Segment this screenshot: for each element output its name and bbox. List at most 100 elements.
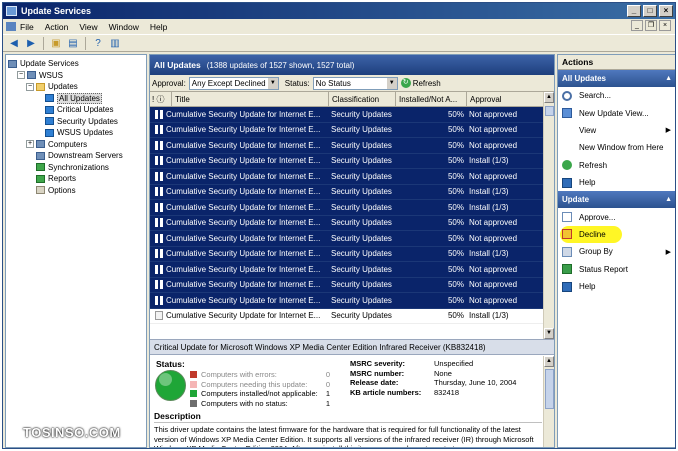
tree-item-all-updates[interactable]: All Updates	[6, 92, 146, 105]
status-label: Status:	[156, 359, 185, 369]
row-approval: Not approved	[469, 233, 518, 243]
close-button[interactable]: ×	[659, 5, 673, 17]
update-properties: MSRC severity: Unspecified MSRC number: Non…	[350, 359, 516, 397]
chevron-up-icon[interactable]: ▲	[665, 196, 672, 203]
action-search[interactable]: Search...	[558, 87, 675, 104]
new-view-icon	[562, 108, 572, 119]
action-help[interactable]: Help	[558, 174, 675, 191]
table-row[interactable]: Cumulative Security Update for Internet …	[150, 277, 544, 293]
row-classification: Security Updates	[331, 280, 392, 290]
menu-item-action[interactable]: Action	[45, 22, 69, 32]
child-close-button[interactable]: ×	[659, 20, 671, 31]
table-row[interactable]: Cumulative Security Update for Internet …	[150, 215, 544, 231]
column-header-installed[interactable]: Installed/Not A...	[396, 92, 467, 107]
menu-item-help[interactable]: Help	[150, 22, 167, 32]
pie-highlight	[159, 373, 172, 386]
table-row[interactable]: Cumulative Security Update for Internet …	[150, 122, 544, 138]
tree-item-update-services[interactable]: Update Services	[6, 58, 146, 70]
toolbar-separator	[43, 36, 44, 50]
action-group-update[interactable]: Update ▲	[558, 191, 675, 209]
tree-item-critical-updates[interactable]: Critical Updates	[6, 104, 146, 116]
table-row[interactable]: Cumulative Security Update for Internet …	[150, 138, 544, 154]
description-text: This driver update contains the latest f…	[154, 425, 534, 447]
table-row[interactable]: Cumulative Security Update for Internet …	[150, 262, 544, 278]
grid-scrollbar[interactable]: ▲ ▼	[543, 92, 554, 339]
status-value: No Status	[315, 78, 351, 88]
table-row[interactable]: Cumulative Security Update for Internet …	[150, 200, 544, 216]
help-icon[interactable]: ?	[91, 36, 105, 50]
action-help[interactable]: Help	[558, 278, 675, 295]
tree-item-reports[interactable]: Reports	[6, 173, 146, 185]
collapse-icon[interactable]: −	[17, 71, 25, 80]
approve-icon	[562, 212, 572, 223]
row-classification: Security Updates	[331, 125, 392, 135]
help-icon	[562, 177, 572, 188]
toolbar-separator	[85, 36, 86, 50]
action-approve[interactable]: Approve...	[558, 208, 675, 225]
minimize-button[interactable]: _	[627, 5, 641, 17]
back-arrow-icon[interactable]: ◀	[7, 36, 21, 50]
maximize-button[interactable]: □	[643, 5, 657, 17]
row-title: Cumulative Security Update for Internet …	[166, 280, 321, 290]
table-row[interactable]: Cumulative Security Update for Internet …	[150, 107, 544, 123]
column-header-approval[interactable]: Approval	[467, 92, 544, 107]
menu-item-view[interactable]: View	[79, 22, 97, 32]
detail-scrollbar[interactable]: ▲	[543, 356, 554, 447]
action-status-report[interactable]: Status Report	[558, 261, 675, 278]
tree-item-synchronizations[interactable]: Synchronizations	[6, 162, 146, 174]
title-bar: Update Services _ □ ×	[3, 3, 675, 19]
scroll-thumb[interactable]	[545, 369, 554, 409]
tree-item-computers[interactable]: + Computers	[6, 139, 146, 151]
toolbar: ◀ ▶ ▣ ▤ ? ▥	[3, 34, 675, 52]
table-row[interactable]: Cumulative Security Update for Internet …	[150, 231, 544, 247]
column-icons-header[interactable]: ! ⓘ	[150, 92, 172, 107]
tree-item-downstream-servers[interactable]: Downstream Servers	[6, 150, 146, 162]
approval-select[interactable]: Any Except Declined ▼	[188, 76, 279, 90]
child-minimize-button[interactable]: _	[631, 20, 643, 31]
tree-item-wsus[interactable]: − WSUS	[6, 70, 146, 82]
scroll-down-arrow[interactable]: ▼	[544, 328, 554, 339]
action-refresh[interactable]: Refresh	[558, 157, 675, 174]
table-row[interactable]: Cumulative Security Update for Internet …	[150, 293, 544, 309]
options-icon	[36, 186, 45, 195]
forward-arrow-icon[interactable]: ▶	[24, 36, 38, 50]
scroll-thumb[interactable]	[545, 106, 554, 116]
action-decline[interactable]: Decline	[558, 225, 675, 243]
tree-item-wsus-updates[interactable]: WSUS Updates	[6, 127, 146, 139]
action-new-window-from-here[interactable]: New Window from Here	[558, 139, 675, 156]
table-row[interactable]: Cumulative Security Update for Internet …	[150, 169, 544, 185]
chevron-up-icon[interactable]: ▲	[665, 75, 672, 82]
show-hide-tree-icon[interactable]: ▤	[66, 36, 80, 50]
row-approval: Not approved	[469, 264, 518, 274]
row-approval: Not approved	[469, 125, 518, 135]
collapse-icon[interactable]: −	[26, 82, 34, 91]
action-new-update-view[interactable]: New Update View...	[558, 104, 675, 121]
action-group-all-updates[interactable]: All Updates ▲	[558, 70, 675, 87]
tree-item-security-updates[interactable]: Security Updates	[6, 116, 146, 128]
column-header-title[interactable]: Title	[172, 92, 329, 107]
scroll-up-arrow[interactable]: ▲	[544, 356, 554, 367]
action-view[interactable]: View ▶	[558, 122, 675, 139]
column-header-classification[interactable]: Classification	[329, 92, 396, 107]
row-approval: Not approved	[469, 280, 518, 290]
status-select[interactable]: No Status ▼	[312, 76, 398, 90]
refresh-button[interactable]: ↻ Refresh	[400, 78, 441, 88]
expand-icon[interactable]: +	[26, 140, 34, 149]
action-group-by[interactable]: Group By ▶	[558, 243, 675, 260]
table-row[interactable]: Cumulative Security Update for Internet …	[150, 246, 544, 262]
child-restore-button[interactable]: ❐	[645, 20, 657, 31]
tree-item-options[interactable]: Options	[6, 185, 146, 197]
up-folder-icon[interactable]: ▣	[49, 36, 63, 50]
menu-item-window[interactable]: Window	[109, 22, 139, 32]
update-row-icon	[155, 202, 163, 212]
menu-item-file[interactable]: File	[20, 22, 34, 32]
table-row[interactable]: Cumulative Security Update for Internet …	[150, 308, 544, 324]
table-row[interactable]: Cumulative Security Update for Internet …	[150, 153, 544, 169]
show-hide-action-pane-icon[interactable]: ▥	[108, 36, 122, 50]
table-row[interactable]: Cumulative Security Update for Internet …	[150, 184, 544, 200]
tree-item-updates[interactable]: − Updates	[6, 81, 146, 93]
tree-item-label: All Updates	[57, 92, 102, 104]
scroll-up-arrow[interactable]: ▲	[544, 92, 554, 103]
approval-value: Any Except Declined	[191, 78, 266, 88]
console-icon[interactable]	[6, 22, 16, 31]
